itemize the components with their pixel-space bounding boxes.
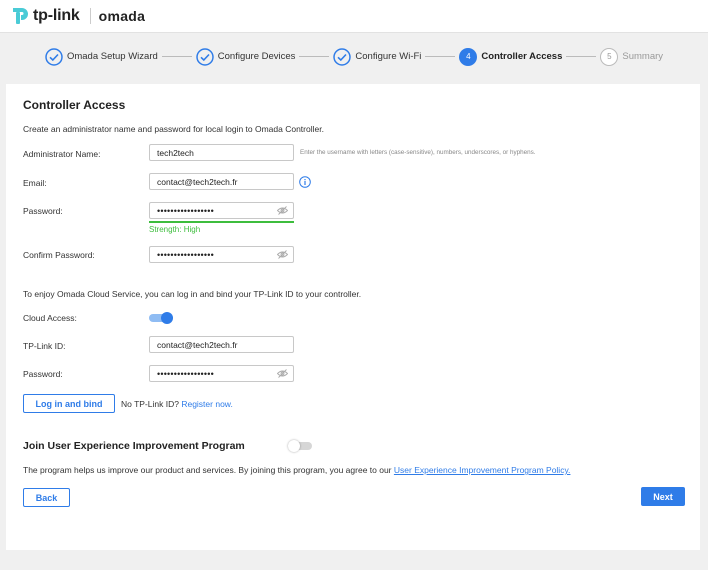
cloud-access-toggle[interactable] bbox=[149, 312, 173, 324]
step-connector bbox=[161, 56, 192, 57]
cloud-access-label: Cloud Access: bbox=[23, 313, 77, 323]
email-input[interactable]: contact@tech2tech.fr bbox=[149, 173, 294, 190]
admin-name-value: tech2tech bbox=[157, 147, 194, 158]
step-configure-wifi: Configure Wi-Fi bbox=[333, 47, 422, 66]
confirm-password-label: Confirm Password: bbox=[23, 250, 95, 260]
check-circle-icon bbox=[45, 47, 63, 66]
password-strength-bar bbox=[149, 221, 294, 223]
cloud-description: To enjoy Omada Cloud Service, you can lo… bbox=[23, 289, 362, 299]
admin-name-hint: Enter the username with letters (case-se… bbox=[300, 149, 536, 156]
uxip-policy-link[interactable]: User Experience Improvement Program Poli… bbox=[394, 465, 571, 475]
check-circle-icon bbox=[196, 47, 214, 66]
no-tplink-id-prompt: No TP-Link ID? Register now. bbox=[121, 399, 233, 409]
setup-stepper: Omada Setup Wizard Configure Devices Con… bbox=[0, 33, 708, 80]
controller-access-title: Controller Access bbox=[23, 98, 126, 112]
step-connector bbox=[566, 56, 597, 57]
email-label: Email: bbox=[23, 178, 47, 188]
brand-name: tp-link bbox=[33, 7, 80, 24]
toggle-knob bbox=[288, 440, 300, 452]
cloud-password-input[interactable]: ••••••••••••••••• bbox=[149, 365, 294, 382]
uxip-toggle[interactable] bbox=[288, 440, 312, 452]
step-number-badge: 5 bbox=[600, 47, 619, 66]
no-id-text: No TP-Link ID? bbox=[121, 399, 179, 409]
check-circle-icon bbox=[333, 47, 352, 66]
tp-link-logo: tp-link omada bbox=[10, 5, 145, 27]
step-label: Configure Devices bbox=[217, 51, 296, 62]
cloud-password-value: ••••••••••••••••• bbox=[157, 368, 214, 379]
eye-off-icon[interactable] bbox=[277, 206, 288, 215]
toggle-knob bbox=[161, 312, 173, 324]
admin-name-label: Administrator Name: bbox=[23, 149, 101, 159]
step-controller-access: 4 Controller Access bbox=[459, 47, 563, 66]
tplink-id-label: TP-Link ID: bbox=[23, 341, 66, 351]
tplink-id-input[interactable]: contact@tech2tech.fr bbox=[149, 336, 294, 353]
top-bar: tp-link omada bbox=[0, 0, 708, 33]
login-and-bind-button[interactable]: Log in and bind bbox=[23, 394, 115, 413]
confirm-password-value: ••••••••••••••••• bbox=[157, 249, 214, 260]
cloud-password-label: Password: bbox=[23, 369, 63, 379]
register-now-link[interactable]: Register now. bbox=[181, 399, 233, 409]
step-label: Configure Wi-Fi bbox=[355, 51, 422, 62]
step-connector bbox=[299, 56, 330, 57]
password-label: Password: bbox=[23, 206, 63, 216]
step-number-badge: 4 bbox=[459, 47, 478, 66]
controller-access-description: Create an administrator name and passwor… bbox=[23, 124, 324, 134]
confirm-password-input[interactable]: ••••••••••••••••• bbox=[149, 246, 294, 263]
step-label: Omada Setup Wizard bbox=[66, 51, 158, 62]
step-label: Summary bbox=[622, 51, 664, 62]
step-omada-setup-wizard: Omada Setup Wizard bbox=[45, 47, 158, 66]
logo-divider bbox=[89, 8, 91, 24]
eye-off-icon[interactable] bbox=[277, 250, 288, 259]
tp-link-logo-icon bbox=[13, 8, 28, 24]
wizard-card: Controller Access Create an administrato… bbox=[6, 84, 700, 550]
uxip-description: The program helps us improve our product… bbox=[23, 465, 570, 475]
password-value: ••••••••••••••••• bbox=[157, 205, 214, 216]
eye-off-icon[interactable] bbox=[277, 369, 288, 378]
info-icon[interactable] bbox=[299, 176, 311, 188]
uxip-description-text: The program helps us improve our product… bbox=[23, 465, 392, 475]
step-connector bbox=[425, 56, 456, 57]
email-value: contact@tech2tech.fr bbox=[157, 176, 238, 187]
admin-name-input[interactable]: tech2tech bbox=[149, 144, 294, 161]
tplink-id-value: contact@tech2tech.fr bbox=[157, 339, 238, 350]
product-name: omada bbox=[98, 8, 146, 24]
uxip-title: Join User Experience Improvement Program bbox=[23, 440, 245, 452]
step-label: Controller Access bbox=[481, 51, 563, 62]
next-button[interactable]: Next bbox=[641, 487, 685, 506]
password-input[interactable]: ••••••••••••••••• bbox=[149, 202, 294, 219]
step-configure-devices: Configure Devices bbox=[196, 47, 296, 66]
password-strength-text: Strength: High bbox=[149, 225, 201, 234]
back-button[interactable]: Back bbox=[23, 488, 70, 507]
step-summary: 5 Summary bbox=[600, 47, 664, 66]
